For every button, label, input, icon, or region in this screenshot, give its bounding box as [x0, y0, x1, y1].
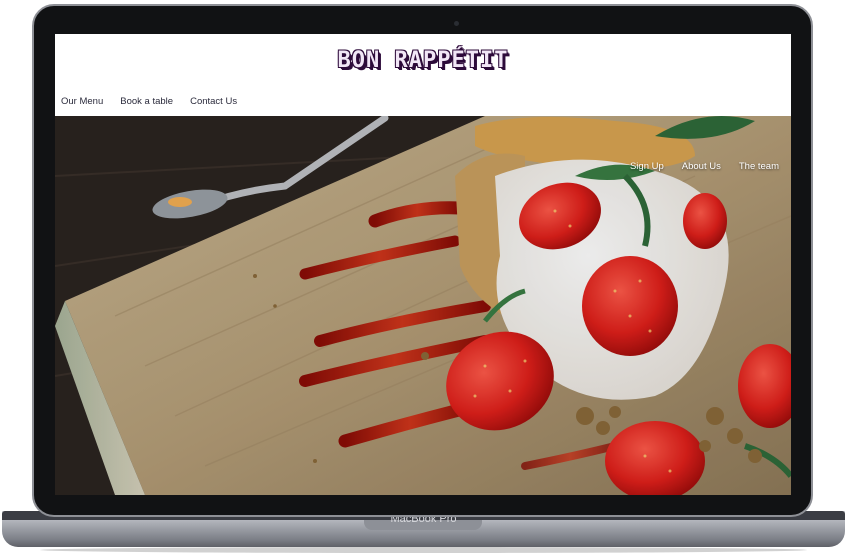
nav-the-team[interactable]: The team	[739, 161, 779, 172]
camera-icon	[454, 21, 459, 26]
site-header: BON RAPPÉTIT Our Menu Book a table Conta…	[55, 34, 791, 116]
primary-nav: Our Menu Book a table Contact Us	[61, 96, 237, 107]
secondary-nav: Sign Up About Us The team	[630, 161, 779, 172]
laptop-shadow	[40, 547, 807, 553]
nav-about-us[interactable]: About Us	[682, 161, 721, 172]
laptop-screen: BON RAPPÉTIT Our Menu Book a table Conta…	[55, 34, 791, 495]
nav-our-menu[interactable]: Our Menu	[61, 96, 103, 107]
site-logo[interactable]: BON RAPPÉTIT	[55, 48, 791, 73]
nav-contact-us[interactable]: Contact Us	[190, 96, 237, 107]
nav-sign-up[interactable]: Sign Up	[630, 161, 664, 172]
nav-book-a-table[interactable]: Book a table	[120, 96, 173, 107]
hero-dessert-image	[55, 116, 791, 495]
hero-banner: Sign Up About Us The team	[55, 116, 791, 495]
